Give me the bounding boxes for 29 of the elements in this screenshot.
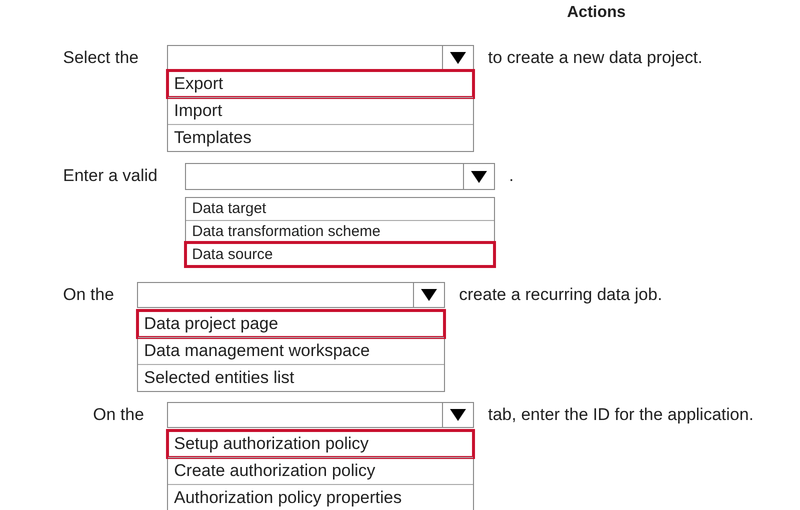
dropdown-field[interactable] — [167, 402, 474, 428]
option-item[interactable]: Authorization policy properties — [168, 484, 473, 510]
option-item[interactable]: Data target — [186, 198, 494, 220]
instruction-text: to create a new data project. — [488, 48, 703, 68]
prompt-text: On the — [62, 285, 116, 305]
prompt-text: On the — [92, 405, 146, 425]
caret-icon — [471, 170, 487, 182]
prompt-text: Enter a valid — [62, 166, 158, 186]
option-item[interactable]: Setup authorization policy — [168, 431, 473, 457]
instruction-text: tab, enter the ID for the application. — [488, 405, 754, 425]
dropdown-field[interactable] — [185, 163, 495, 190]
option-item[interactable]: Selected entities list — [138, 364, 444, 391]
option-item[interactable]: Data project page — [138, 311, 444, 337]
option-item[interactable]: Data transformation scheme — [186, 220, 494, 243]
option-item[interactable]: Templates — [168, 124, 473, 151]
instruction-text: . — [509, 166, 514, 186]
section-heading: Actions — [567, 4, 626, 22]
caret-icon — [421, 289, 437, 301]
caret-icon — [450, 52, 466, 64]
dropdown-field[interactable] — [137, 282, 445, 308]
prompt-text: Select the — [62, 48, 140, 68]
caret-icon — [450, 409, 466, 421]
option-item[interactable]: Data source — [186, 243, 494, 266]
dropdown-field[interactable] — [167, 45, 474, 70]
option-item[interactable]: Export — [168, 71, 473, 97]
instruction-text: create a recurring data job. — [459, 285, 662, 305]
option-item[interactable]: Create authorization policy — [168, 457, 473, 484]
option-item[interactable]: Data management workspace — [138, 337, 444, 364]
option-item[interactable]: Import — [168, 97, 473, 124]
